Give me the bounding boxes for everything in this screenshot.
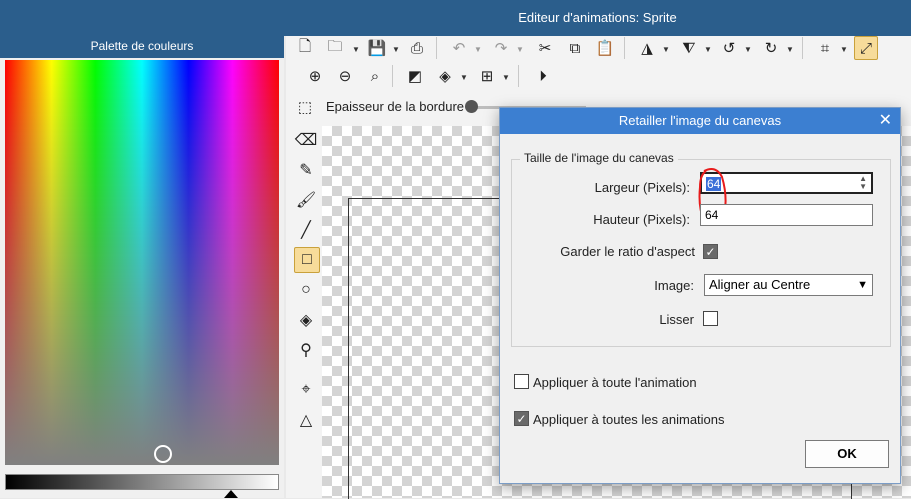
grayscale-ramp[interactable]: [5, 474, 279, 490]
layers-icon[interactable]: ◈: [434, 65, 456, 87]
chevron-down-icon: ▼: [857, 279, 868, 291]
ok-button[interactable]: OK: [805, 440, 889, 468]
chevron-down-icon[interactable]: ▼: [840, 45, 848, 54]
stepper-arrows-icon[interactable]: ▲ ▼: [859, 175, 867, 191]
window-title-bar: Editeur d'animations: Sprite: [0, 0, 911, 36]
zoom-out-icon[interactable]: ⊖: [334, 65, 356, 87]
toolbar-separator: [392, 65, 393, 87]
border-thickness-label: Epaisseur de la bordure: [326, 99, 465, 114]
origin-point-icon[interactable]: ⌖: [294, 378, 318, 402]
chevron-down-icon[interactable]: ▼: [474, 45, 482, 54]
toolbar-separator: [802, 37, 803, 59]
grid-icon[interactable]: ⊞: [476, 65, 498, 87]
apply-animation-checkbox[interactable]: [514, 374, 529, 389]
open-folder-icon[interactable]: 🗀: [324, 37, 346, 59]
line-tool-icon[interactable]: ╱: [294, 218, 318, 242]
fill-bucket-icon[interactable]: ◈: [294, 308, 318, 332]
flip-vertical-icon[interactable]: ⧨: [678, 37, 700, 59]
ellipse-tool-icon[interactable]: ○: [294, 278, 318, 302]
flip-horizontal-icon[interactable]: ◮: [636, 37, 658, 59]
palette-title: Palette de couleurs: [0, 36, 284, 58]
chevron-down-icon[interactable]: ▼: [352, 45, 360, 54]
crop-icon[interactable]: ⌗: [814, 37, 836, 59]
rectangle-tool-icon[interactable]: □: [294, 247, 320, 273]
chevron-down-icon[interactable]: ▼: [502, 73, 510, 82]
paste-icon[interactable]: 📋: [594, 37, 616, 59]
save-icon[interactable]: 💾: [366, 37, 388, 59]
border-thickness-slider-knob[interactable]: [465, 100, 478, 113]
width-label: Largeur (Pixels):: [594, 180, 690, 195]
chevron-down-icon[interactable]: ▼: [704, 45, 712, 54]
copy-icon[interactable]: ⧉: [564, 37, 586, 59]
chevron-down-icon[interactable]: ▼: [786, 45, 794, 54]
height-label: Hauteur (Pixels):: [593, 212, 690, 227]
keep-ratio-label: Garder le ratio d'aspect: [560, 244, 695, 259]
dialog-title: Retailler l'image du canevas: [500, 108, 900, 134]
rotate-left-icon[interactable]: ↺: [718, 37, 740, 59]
zoom-reset-icon[interactable]: ⌕: [364, 65, 386, 87]
image-label: Image:: [654, 278, 694, 293]
play-icon[interactable]: ⏵: [532, 65, 554, 87]
smooth-label: Lisser: [659, 312, 694, 327]
pencil-icon[interactable]: ✎: [294, 158, 318, 182]
smooth-checkbox[interactable]: [703, 311, 718, 326]
export-icon[interactable]: ⎙: [406, 37, 428, 59]
polygon-nodes-icon[interactable]: △: [294, 408, 318, 432]
cut-icon[interactable]: ✂: [534, 37, 556, 59]
chevron-down-icon[interactable]: ▼: [392, 45, 400, 54]
close-icon[interactable]: ✕: [879, 110, 892, 130]
eyedropper-icon[interactable]: ⚲: [294, 338, 318, 362]
chevron-down-icon[interactable]: ▼: [744, 45, 752, 54]
toolbar-separator: [436, 37, 437, 59]
chevron-down-icon[interactable]: ▼: [662, 45, 670, 54]
toolbar-separator: [624, 37, 625, 59]
color-spectrum[interactable]: [5, 60, 279, 465]
image-alignment-value: Aligner au Centre: [709, 277, 811, 292]
chevron-down-icon[interactable]: ▼: [460, 73, 468, 82]
background-toggle-icon[interactable]: ◩: [404, 65, 426, 87]
keep-ratio-checkbox[interactable]: ✓: [703, 244, 718, 259]
apply-all-animations-label: Appliquer à toutes les animations: [533, 412, 725, 427]
new-file-icon[interactable]: 🗋: [294, 37, 316, 59]
eraser-icon[interactable]: ⌫: [294, 128, 318, 152]
window-title: Editeur d'animations: Sprite: [518, 10, 677, 25]
resize-canvas-icon[interactable]: ⤢: [854, 36, 878, 60]
apply-animation-label: Appliquer à toute l'animation: [533, 375, 697, 390]
color-palette-panel: [0, 58, 284, 498]
selection-marquee-icon[interactable]: ⬚: [294, 96, 316, 118]
redo-icon[interactable]: ↷: [490, 37, 512, 59]
image-alignment-select[interactable]: Aligner au Centre ▼: [704, 274, 873, 296]
zoom-in-icon[interactable]: ⊕: [304, 65, 326, 87]
rotate-right-icon[interactable]: ↻: [760, 37, 782, 59]
toolbar-separator: [518, 65, 519, 87]
height-field[interactable]: 64: [700, 204, 873, 226]
color-picker-cursor[interactable]: [154, 445, 172, 463]
tool-palette: ⌫ ✎ 🖌 ╱ □ ○ ◈ ⚲ ⌖ △: [286, 128, 322, 498]
brush-icon[interactable]: 🖌: [294, 188, 318, 212]
resize-canvas-dialog: Retailler l'image du canevas ✕ Taille de…: [499, 107, 901, 484]
chevron-down-icon[interactable]: ▼: [516, 45, 524, 54]
canvas-size-group-title: Taille de l'image du canevas: [520, 151, 678, 165]
grayscale-marker[interactable]: [224, 490, 238, 498]
undo-icon[interactable]: ↶: [448, 37, 470, 59]
apply-all-animations-checkbox[interactable]: ✓: [514, 411, 529, 426]
